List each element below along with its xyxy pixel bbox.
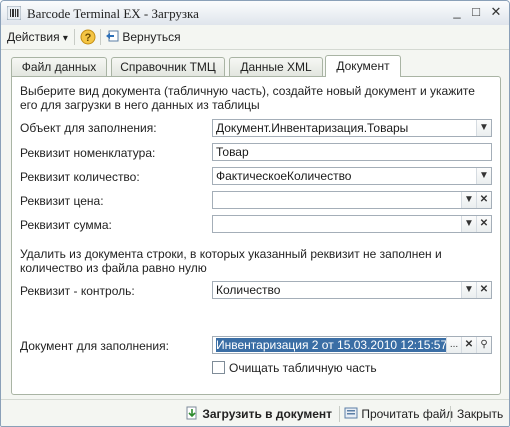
actions-menu-label: Действия xyxy=(7,30,60,44)
control-value: Количество xyxy=(216,283,281,297)
delete-note-text: Удалить из документа строки, в которых у… xyxy=(20,247,442,275)
dropdown-icon[interactable]: ▼ xyxy=(461,216,476,232)
price-select[interactable]: ▼ ✕ xyxy=(212,191,492,209)
command-divider xyxy=(339,406,340,422)
chevron-down-icon: ▾ xyxy=(62,33,68,44)
dropdown-icon[interactable]: ▼ xyxy=(461,282,476,298)
nomenclature-label: Реквизит номенклатура: xyxy=(20,146,156,160)
tab-data-file[interactable]: Файл данных xyxy=(11,57,107,77)
dropdown-icon[interactable]: ▼ xyxy=(476,168,491,184)
help-glyph: ? xyxy=(85,32,92,44)
nomenclature-input[interactable]: Товар xyxy=(212,143,492,161)
clear-icon[interactable]: ✕ xyxy=(476,216,491,232)
minimize-button[interactable]: _ xyxy=(449,5,465,20)
document-select[interactable]: Инвентаризация 2 от 15.03.2010 12:15:57 … xyxy=(212,336,492,354)
control-label: Реквизит - контроль: xyxy=(20,284,135,298)
actions-menu-button[interactable]: Действия ▾ xyxy=(7,29,68,45)
barcode-app-icon xyxy=(7,6,21,20)
bottom-command-bar: Загрузить в документ Прочитать файл Закр… xyxy=(1,399,509,426)
close-window-button[interactable]: ✕ xyxy=(488,5,504,20)
quantity-label: Реквизит количество: xyxy=(20,170,140,184)
load-document-icon xyxy=(186,406,197,420)
help-button[interactable]: ? xyxy=(80,29,96,45)
help-icon: ? xyxy=(80,29,96,45)
control-select[interactable]: Количество ▼ ✕ xyxy=(212,281,492,299)
clear-icon[interactable]: ✕ xyxy=(476,282,491,298)
tab-document[interactable]: Документ xyxy=(325,55,401,77)
document-label: Документ для заполнения: xyxy=(20,339,169,353)
price-label: Реквизит цена: xyxy=(20,194,104,208)
toolbar-divider xyxy=(100,29,101,45)
tab-xml-data[interactable]: Данные XML xyxy=(229,57,323,77)
read-file-icon xyxy=(344,407,358,419)
sum-label: Реквизит сумма: xyxy=(20,218,112,232)
back-button-label: Вернуться xyxy=(122,30,181,44)
clear-table-checkbox[interactable] xyxy=(212,361,225,374)
load-into-document-button[interactable]: Загрузить в документ xyxy=(185,406,332,422)
ellipsis-icon[interactable]: ... xyxy=(446,337,461,353)
back-arrow-icon xyxy=(106,30,119,42)
title-bar[interactable]: Barcode Terminal EX - Загрузка _ □ ✕ xyxy=(1,1,509,26)
clear-table-label[interactable]: Очищать табличную часть xyxy=(229,361,377,375)
close-button[interactable]: Закрыть xyxy=(457,406,503,422)
object-value: Документ.Инвентаризация.Товары xyxy=(216,121,409,135)
main-window: Barcode Terminal EX - Загрузка _ □ ✕ Дей… xyxy=(0,0,510,427)
window-title: Barcode Terminal EX - Загрузка xyxy=(27,6,199,21)
clear-icon[interactable]: ✕ xyxy=(476,192,491,208)
dropdown-icon[interactable]: ▼ xyxy=(476,120,491,136)
tab-goods-directory[interactable]: Справочник ТМЦ xyxy=(111,57,225,77)
load-button-label: Загрузить в документ xyxy=(202,407,333,421)
clear-icon[interactable]: ✕ xyxy=(461,337,476,353)
dropdown-icon[interactable]: ▼ xyxy=(461,192,476,208)
search-icon[interactable]: ⚲ xyxy=(476,337,491,353)
quantity-select[interactable]: ФактическоеКоличество ▼ xyxy=(212,167,492,185)
toolbar-divider xyxy=(74,29,75,45)
read-file-button[interactable]: Прочитать файл xyxy=(344,406,453,422)
object-label: Объект для заполнения: xyxy=(20,121,157,135)
back-button[interactable]: Вернуться xyxy=(105,29,181,45)
read-file-label: Прочитать файл xyxy=(361,407,454,421)
maximize-button[interactable]: □ xyxy=(468,5,484,20)
document-value: Инвентаризация 2 от 15.03.2010 12:15:57 xyxy=(216,338,448,352)
nomenclature-value: Товар xyxy=(216,145,249,159)
quantity-value: ФактическоеКоличество xyxy=(216,169,352,183)
toolbar: Действия ▾ ? Вернуться xyxy=(1,25,509,50)
sum-select[interactable]: ▼ ✕ xyxy=(212,215,492,233)
document-tab-panel: Выберите вид документа (табличную часть)… xyxy=(11,76,501,395)
command-divider xyxy=(450,406,451,422)
intro-text: Выберите вид документа (табличную часть)… xyxy=(20,84,475,112)
object-select[interactable]: Документ.Инвентаризация.Товары ▼ xyxy=(212,119,492,137)
